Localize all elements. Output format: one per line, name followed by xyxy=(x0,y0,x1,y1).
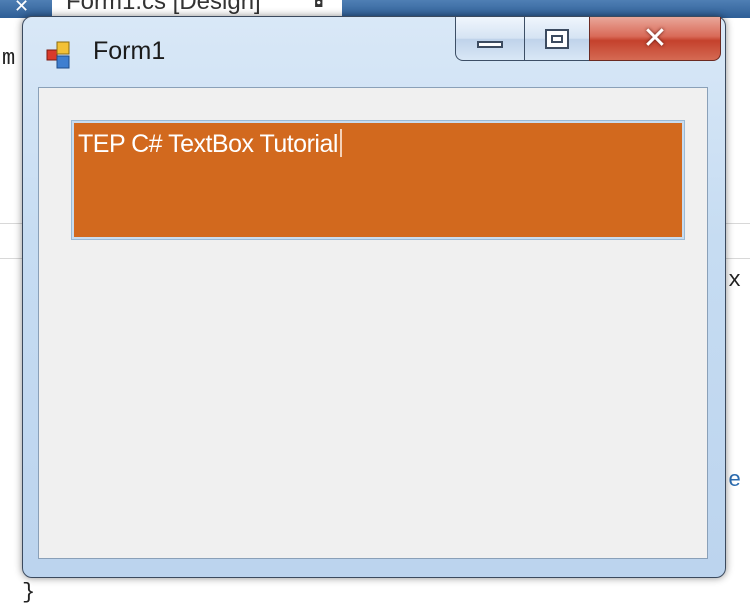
form-client-area: TEP C# TextBox Tutorial xyxy=(38,87,708,559)
ide-tab-close-icon[interactable]: ✕ xyxy=(14,0,29,17)
minimize-icon xyxy=(477,41,503,48)
form-app-icon[interactable] xyxy=(45,40,77,72)
ide-code-fragment: e xyxy=(728,468,742,493)
text-box-value: TEP C# TextBox Tutorial xyxy=(78,130,338,158)
caption-buttons: ✕ xyxy=(455,17,721,61)
text-caret xyxy=(339,129,342,157)
close-button[interactable]: ✕ xyxy=(589,17,721,61)
text-box[interactable]: TEP C# TextBox Tutorial xyxy=(71,120,685,240)
ide-code-fragment: } xyxy=(22,580,36,605)
close-icon: ✕ xyxy=(642,20,668,56)
minimize-button[interactable] xyxy=(455,17,525,61)
ide-tab-label: Form1.cs [Design] xyxy=(66,0,261,15)
ide-code-fragment: m xyxy=(2,46,16,71)
window-title: Form1 xyxy=(93,37,166,65)
ide-code-fragment: x xyxy=(728,268,742,293)
pin-icon[interactable]: ◘ xyxy=(314,0,324,10)
form1-window[interactable]: Form1 ✕ TEP C# TextBox Tutorial xyxy=(22,16,726,578)
maximize-button[interactable] xyxy=(524,17,590,61)
maximize-icon xyxy=(545,28,569,49)
